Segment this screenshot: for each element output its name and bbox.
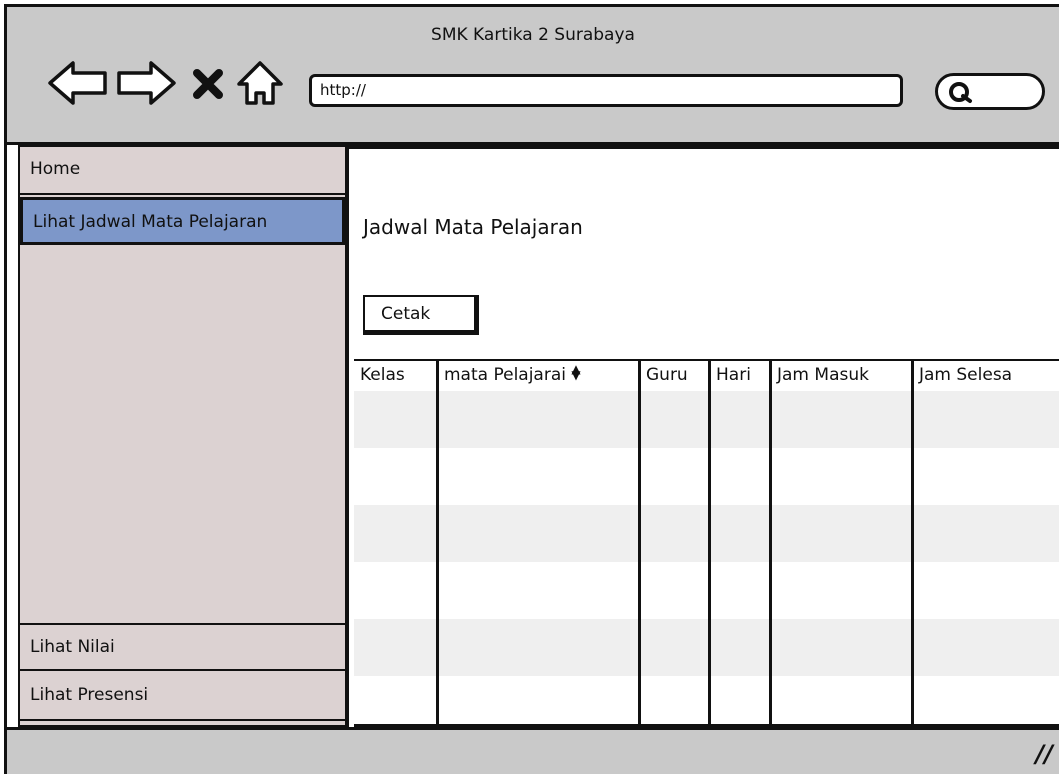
column-divider xyxy=(911,361,914,724)
sidebar-item-presensi[interactable]: Lihat Presensi xyxy=(20,673,345,721)
column-header-jam-masuk[interactable]: Jam Masuk xyxy=(771,361,911,391)
table-row[interactable] xyxy=(354,391,1059,448)
schedule-table: Kelas mata Pelajarai ▲ ▼ Guru Hari Jam Ma… xyxy=(354,359,1059,727)
main-content: Jadwal Mata Pelajaran Cetak Kelas mata P… xyxy=(347,145,1059,727)
close-icon[interactable] xyxy=(191,57,227,109)
column-divider xyxy=(769,361,772,724)
url-field[interactable]: http:// xyxy=(309,74,903,107)
column-header-label: mata Pelajarai xyxy=(444,365,566,385)
column-divider xyxy=(638,361,641,724)
print-button[interactable]: Cetak xyxy=(363,295,479,335)
column-divider xyxy=(436,361,439,724)
table-row[interactable] xyxy=(354,448,1059,505)
column-header-mata-pelajaran[interactable]: mata Pelajarai ▲ ▼ xyxy=(438,361,638,391)
column-divider xyxy=(708,361,711,724)
table-row[interactable] xyxy=(354,676,1059,724)
table-header: Kelas mata Pelajarai ▲ ▼ Guru Hari Jam Ma… xyxy=(354,361,1059,391)
sidebar-item-label: Lihat Presensi xyxy=(30,685,149,705)
status-bar: // xyxy=(7,727,1059,774)
sidebar-item-label: Home xyxy=(30,159,81,179)
home-icon[interactable] xyxy=(233,57,287,109)
search-field[interactable] xyxy=(935,73,1045,110)
table-row[interactable] xyxy=(354,505,1059,562)
sidebar: Home Lihat Jadwal Mata Pelajaran Lihat N… xyxy=(18,145,347,727)
sort-icon[interactable]: ▲ ▼ xyxy=(571,363,580,381)
resize-grip-icon[interactable]: // xyxy=(1035,740,1053,768)
sidebar-item-label: Lihat Jadwal Mata Pelajaran xyxy=(33,212,268,232)
column-header-jam-selesai[interactable]: Jam Selesa xyxy=(913,361,1059,391)
sidebar-item-jadwal[interactable]: Lihat Jadwal Mata Pelajaran xyxy=(20,197,345,245)
sidebar-item-nilai[interactable]: Lihat Nilai xyxy=(20,623,345,671)
forward-arrow-icon[interactable] xyxy=(113,57,179,109)
search-icon[interactable] xyxy=(946,78,976,108)
sidebar-item-label: Lihat Nilai xyxy=(30,637,115,657)
column-header-hari[interactable]: Hari xyxy=(710,361,770,391)
window-title: SMK Kartika 2 Surabaya xyxy=(431,25,635,45)
column-header-guru[interactable]: Guru xyxy=(640,361,708,391)
page-title: Jadwal Mata Pelajaran xyxy=(363,215,583,239)
sidebar-item-home[interactable]: Home xyxy=(20,147,345,195)
column-header-kelas[interactable]: Kelas xyxy=(354,361,436,391)
browser-titlebar: SMK Kartika 2 Surabaya http:// xyxy=(7,7,1059,145)
back-arrow-icon[interactable] xyxy=(45,57,111,109)
table-row[interactable] xyxy=(354,619,1059,676)
table-row[interactable] xyxy=(354,562,1059,619)
